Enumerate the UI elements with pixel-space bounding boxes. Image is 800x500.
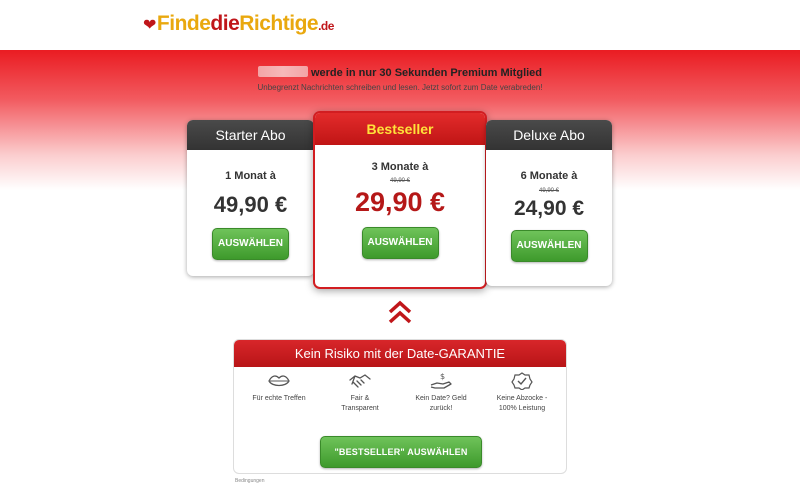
select-starter-button[interactable]: AUSWÄHLEN	[212, 228, 289, 260]
blurred-username	[257, 66, 308, 77]
lips-icon	[268, 375, 290, 387]
feature-real-dates: Für echte Treffen	[244, 372, 314, 404]
heart-icon: ❤	[143, 17, 156, 34]
plan-old-price: 49,90 €	[389, 178, 411, 184]
plan-price: 24,90 €	[513, 197, 585, 220]
feature-label: Für echte Treffen	[252, 395, 306, 402]
guarantee-box: Kein Risiko mit der Date-GARANTIE Für ec…	[233, 339, 567, 474]
feature-label-line1: Keine Abzocke -	[496, 395, 548, 402]
select-bestseller-button[interactable]: AUSWÄHLEN	[361, 227, 439, 259]
svg-text:$: $	[440, 372, 445, 381]
feature-label-line2: 100% Leistung	[498, 405, 546, 412]
plan-period: 3 Monate à	[371, 161, 429, 173]
logo-text-finde: Finde	[156, 12, 211, 35]
site-logo[interactable]: ❤ Finde die Richtige .de	[143, 12, 334, 36]
plan-period: 6 Monate à	[520, 170, 578, 182]
terms-link[interactable]: Bedingungen	[235, 478, 264, 484]
check-badge-icon	[511, 372, 533, 390]
logo-text-richtige: Richtige	[239, 12, 319, 35]
logo-text-die: die	[210, 12, 240, 35]
plan-card-bestseller: Bestseller 3 Monate à 49,90 € 29,90 € AU…	[313, 111, 487, 289]
guarantee-title: Kein Risiko mit der Date-GARANTIE	[234, 340, 566, 367]
feature-label-line2: Transparent	[341, 405, 379, 412]
promo-headline: werde in nur 30 Sekunden Premium Mitglie…	[0, 66, 800, 79]
plan-period: 1 Monat à	[225, 170, 276, 182]
plan-title: Deluxe Abo	[486, 120, 612, 150]
logo-tld: .de	[318, 19, 334, 33]
plan-card-starter: Starter Abo 1 Monat à 49,90 € AUSWÄHLEN	[187, 120, 314, 276]
feature-label-line2: zurück!	[429, 405, 453, 412]
feature-label-line1: Fair &	[350, 395, 370, 402]
double-chevron-up-icon	[388, 300, 412, 324]
plan-title: Starter Abo	[187, 120, 314, 150]
feature-label-line1: Kein Date? Geld	[415, 395, 467, 402]
select-bestseller-cta-button[interactable]: "BESTSELLER" AUSWÄHLEN	[320, 436, 482, 468]
promo-subline: Unbegrenzt Nachrichten schreiben und les…	[257, 83, 543, 92]
feature-money-back: $ Kein Date? Geld zurück!	[406, 372, 476, 414]
site-header: ❤ Finde die Richtige .de	[0, 0, 800, 50]
handshake-icon	[349, 374, 371, 388]
plan-price: 49,90 €	[213, 192, 288, 217]
plan-price: 29,90 €	[354, 187, 446, 217]
money-hand-icon: $	[430, 372, 452, 389]
select-deluxe-button[interactable]: AUSWÄHLEN	[510, 230, 588, 262]
plan-card-deluxe: Deluxe Abo 6 Monate à 49,90 € 24,90 € AU…	[486, 120, 612, 286]
feature-fair: Fair & Transparent	[325, 372, 395, 414]
promo-headline-text: werde in nur 30 Sekunden Premium Mitglie…	[310, 67, 543, 79]
feature-no-ripoff: Keine Abzocke - 100% Leistung	[487, 372, 557, 414]
bestseller-banner: Bestseller	[315, 113, 485, 145]
guarantee-features: Für echte Treffen Fair & Transparent $ K…	[234, 372, 566, 427]
plan-old-price: 49,90 €	[538, 188, 560, 194]
